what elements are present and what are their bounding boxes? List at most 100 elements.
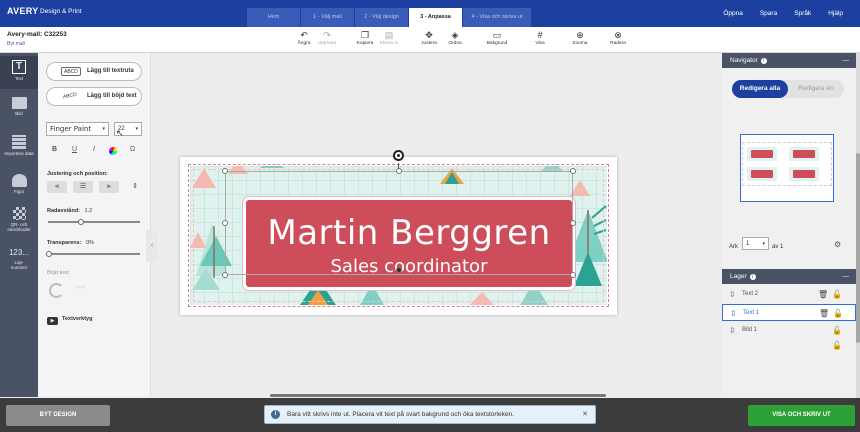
resize-handle[interactable]	[570, 220, 576, 226]
shapes-icon	[11, 174, 27, 187]
font-select[interactable]: Finger Paint ▾	[46, 122, 109, 136]
edit-all-button[interactable]: Redigera alla	[732, 80, 788, 98]
slider-handle[interactable]	[78, 219, 84, 225]
align-center-icon[interactable]: ☰	[73, 181, 93, 193]
tab-customize[interactable]: 3 - Anpassa	[409, 8, 462, 27]
navigator-title: Navigator	[730, 57, 758, 64]
navigator-header[interactable]: Navigator i —	[722, 53, 856, 68]
chevron-down-icon: ▾	[762, 241, 765, 247]
rail-shape[interactable]: Figur	[0, 174, 38, 194]
vertical-scrollbar[interactable]	[856, 53, 860, 398]
resize-handle[interactable]	[396, 168, 402, 174]
layers-header[interactable]: Lager i —	[722, 269, 856, 284]
align-right-icon[interactable]: ⫸	[99, 181, 119, 193]
textbox-icon: ABCD	[61, 67, 81, 76]
toast-message: Bara vitt skrivs inte ut. Placera vit te…	[287, 411, 514, 418]
align-button[interactable]: ✥ Justera	[415, 30, 443, 46]
rail-numbers[interactable]: 123... Löp-nummer	[0, 248, 38, 270]
info-icon[interactable]: i	[760, 58, 767, 64]
minimize-icon[interactable]: —	[843, 53, 850, 68]
background-button[interactable]: ▭ Bakgrund	[483, 30, 511, 46]
lock-icon[interactable]: 🔓	[832, 341, 842, 350]
add-textbox-button[interactable]: ABCD Lägg till textruta	[46, 62, 142, 81]
rail-image[interactable]: Bild	[0, 97, 38, 116]
language-link[interactable]: Språk	[794, 0, 811, 27]
tab-choose-template[interactable]: 1 - Välj mall	[301, 8, 354, 27]
drag-handle-icon[interactable]: ⇳	[729, 286, 736, 303]
video-icon: ▶	[47, 317, 58, 325]
special-characters-button[interactable]: Ω	[130, 146, 135, 153]
close-icon[interactable]: ✕	[582, 406, 588, 423]
line-spacing-value: 1.2	[84, 208, 93, 214]
color-picker-icon[interactable]	[109, 147, 117, 155]
chevron-left-icon: ‹	[150, 242, 154, 249]
info-icon[interactable]: i	[749, 274, 756, 280]
layer-name: Text 2	[742, 291, 759, 297]
rail-qr[interactable]: QR- och streckkoder	[0, 207, 38, 232]
underline-button[interactable]: U	[72, 146, 77, 153]
collapse-panel-button[interactable]: ‹	[146, 230, 158, 262]
text-tools-link[interactable]: Textverktyg	[62, 316, 92, 322]
add-curved-text-button[interactable]: ABCD Lägg till böjd text	[46, 87, 142, 106]
rail-text[interactable]: T Text	[0, 56, 38, 89]
tab-choose-design[interactable]: 2 - Välj design	[355, 8, 408, 27]
tab-preview-print[interactable]: 4 - Visa och skriva ut	[463, 8, 531, 27]
trash-icon[interactable]: 🗑	[819, 305, 829, 322]
resize-handle[interactable]	[570, 168, 576, 174]
slider-handle[interactable]	[46, 251, 52, 257]
lock-icon[interactable]: 🔓	[833, 305, 843, 322]
lock-icon[interactable]: 🔓	[832, 322, 842, 339]
resize-handle[interactable]	[222, 220, 228, 226]
change-template-link[interactable]: Byt mall	[7, 41, 25, 47]
transparency-slider[interactable]	[46, 251, 140, 257]
curve-circle-icon[interactable]	[49, 283, 64, 298]
scroll-thumb[interactable]	[856, 153, 860, 343]
move-handle[interactable]	[396, 267, 402, 273]
rotate-handle-icon[interactable]	[393, 150, 404, 161]
arrange-label: Ordna	[448, 41, 462, 46]
layer-name: Bild 1	[742, 327, 758, 333]
trash-icon[interactable]: 🗑	[818, 286, 828, 303]
line-spacing-slider[interactable]	[48, 219, 140, 225]
arrange-button[interactable]: ◈ Ordna	[441, 30, 469, 46]
layer-item-selected[interactable]: ⇳ Text 1 🗑 🔓	[722, 304, 856, 321]
redo-button[interactable]: ↷ Upprepa	[313, 30, 341, 46]
resize-handle[interactable]	[222, 272, 228, 278]
numbering-icon: 123...	[8, 248, 29, 257]
paste-button[interactable]: ▤ Klistra in	[375, 30, 403, 46]
lock-icon[interactable]: 🔓	[832, 286, 842, 303]
align-left-icon[interactable]: ⫷	[47, 181, 67, 193]
rail-import-data[interactable]: Importera data	[0, 135, 38, 156]
horizontal-scrollbar[interactable]	[270, 394, 606, 397]
save-link[interactable]: Spara	[760, 0, 777, 27]
edit-one-button[interactable]: Redigera en	[788, 80, 844, 98]
delete-button[interactable]: ⊗ Radera	[604, 30, 632, 46]
minimize-icon[interactable]: —	[843, 269, 850, 284]
resize-handle[interactable]	[222, 168, 228, 174]
vertical-align-icon[interactable]: ⇕	[125, 181, 145, 193]
sheet-thumbnail[interactable]	[740, 134, 834, 202]
resize-handle[interactable]	[570, 272, 576, 278]
drag-handle-icon[interactable]: ⇳	[730, 305, 737, 322]
chevron-down-icon: ▾	[135, 126, 138, 132]
curve-arc-icon[interactable]: ◠◠	[75, 285, 85, 292]
preview-print-button[interactable]: VISA OCH SKRIV UT	[748, 405, 855, 426]
layer-item[interactable]: ⇳ Bild 1 🔓	[722, 322, 856, 339]
sheet-settings-icon[interactable]: ⚙	[834, 240, 841, 249]
align-position-label: Justering och position:	[47, 171, 108, 177]
bold-button[interactable]: B	[52, 146, 57, 153]
chevron-down-icon: ▾	[102, 126, 105, 132]
drag-handle-icon[interactable]: ⇳	[729, 322, 736, 339]
layer-item[interactable]: ⇳ Text 2 🗑 🔓	[722, 286, 856, 303]
tab-home[interactable]: Hem	[247, 8, 300, 27]
redo-label: Upprepa	[317, 41, 337, 46]
help-link[interactable]: Hjälp	[828, 0, 843, 27]
avery-logo[interactable]: AVERY	[7, 6, 39, 16]
view-button[interactable]: # Visa	[526, 30, 554, 46]
change-design-button[interactable]: BYT DESIGN	[6, 405, 110, 426]
italic-button[interactable]: I	[93, 146, 95, 153]
sheet-select[interactable]: 1 ▾	[742, 237, 769, 250]
label-canvas[interactable]: Martin Berggren Sales coordinator	[180, 157, 617, 315]
zoom-button[interactable]: ⊕ Zooma	[566, 30, 594, 46]
open-link[interactable]: Öppna	[723, 0, 743, 27]
